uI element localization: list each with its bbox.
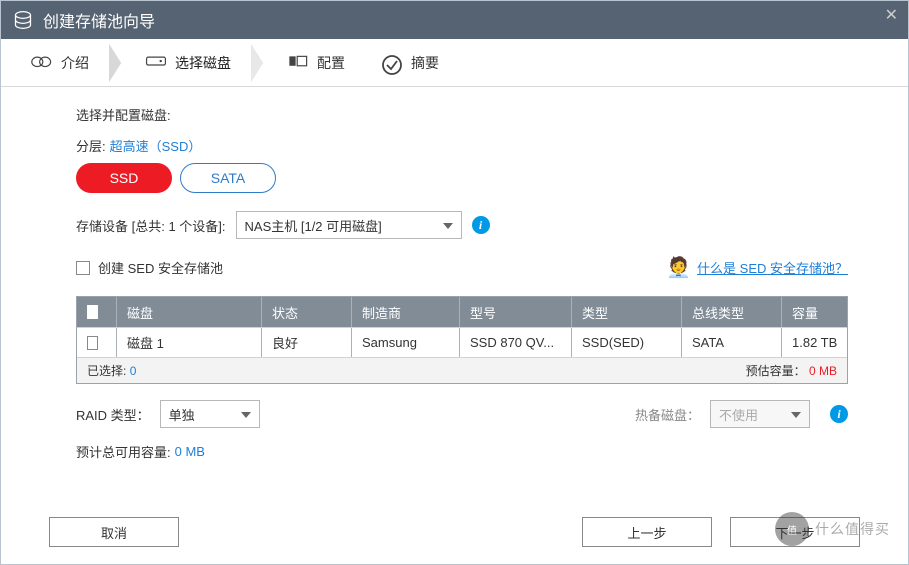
disk-table: 磁盘 状态 制造商 型号 类型 总线类型 容量 磁盘 1 良好 Samsung … <box>76 296 848 384</box>
disk-icon <box>145 54 167 72</box>
intro-icon <box>31 54 53 72</box>
info-icon[interactable]: i <box>472 216 490 234</box>
device-label: 存储设备 [总共: 1 个设备]: <box>76 216 226 235</box>
tier-link[interactable]: 超高速（SSD） <box>110 136 202 155</box>
col-capacity[interactable]: 容量 <box>782 297 847 327</box>
footer: 取消 上一步 下一步 <box>1 500 908 564</box>
select-disk-heading: 选择并配置磁盘: <box>76 105 171 124</box>
titlebar: 创建存储池向导 ✕ <box>1 1 908 39</box>
step-select-disk[interactable]: 选择磁盘 <box>145 53 231 73</box>
step-configure[interactable]: 配置 <box>287 53 345 73</box>
selected-count: 0 <box>130 364 137 378</box>
cell-type: SSD(SED) <box>572 328 682 357</box>
col-bus[interactable]: 总线类型 <box>682 297 782 327</box>
wizard-steps: 介绍 选择磁盘 配置 摘要 <box>1 39 908 87</box>
table-footer: 已选择: 0 预估容量： 0 MB <box>77 357 847 383</box>
sed-checkbox-label: 创建 SED 安全存储池 <box>98 258 223 277</box>
col-model[interactable]: 型号 <box>460 297 572 327</box>
configure-icon <box>287 54 309 72</box>
step-label: 介绍 <box>61 53 89 73</box>
cell-bus: SATA <box>682 328 782 357</box>
chevron-right-icon <box>107 39 127 87</box>
cancel-button[interactable]: 取消 <box>49 517 179 547</box>
wizard-window: 创建存储池向导 ✕ 介绍 选择磁盘 配置 摘要 选择并配置磁盘: 分层: 超高速… <box>0 0 909 565</box>
col-vendor[interactable]: 制造商 <box>352 297 460 327</box>
cell-status: 良好 <box>262 328 352 357</box>
help-mascot-icon: 🧑‍💼 <box>666 255 691 280</box>
cell-disk: 磁盘 1 <box>117 328 262 357</box>
cell-capacity: 1.82 TB <box>782 328 847 357</box>
device-select[interactable]: NAS主机 [1/2 可用磁盘] <box>236 211 462 239</box>
step-label: 选择磁盘 <box>175 53 231 73</box>
row-checkbox[interactable] <box>87 336 98 350</box>
sed-checkbox-group: 创建 SED 安全存储池 <box>76 258 223 277</box>
step-summary[interactable]: 摘要 <box>381 53 439 73</box>
prev-button[interactable]: 上一步 <box>582 517 712 547</box>
info-icon[interactable]: i <box>830 405 848 423</box>
hotspare-select: 不使用 <box>710 400 810 428</box>
col-type[interactable]: 类型 <box>572 297 682 327</box>
disk-type-tabs: SSD SATA <box>76 163 848 193</box>
step-label: 配置 <box>317 53 345 73</box>
hotspare-label: 热备磁盘： <box>635 405 700 424</box>
sed-checkbox[interactable] <box>76 261 90 275</box>
col-status[interactable]: 状态 <box>262 297 352 327</box>
content-area: 选择并配置磁盘: 分层: 超高速（SSD） SSD SATA 存储设备 [总共:… <box>1 87 908 461</box>
tab-sata[interactable]: SATA <box>180 163 276 193</box>
raid-select[interactable]: 单独 <box>160 400 260 428</box>
select-all-checkbox[interactable] <box>87 305 98 319</box>
raid-label: RAID 类型： <box>76 405 150 424</box>
sed-help-link[interactable]: 什么是 SED 安全存储池？ <box>697 258 848 277</box>
summary-icon <box>381 54 403 72</box>
col-disk[interactable]: 磁盘 <box>117 297 262 327</box>
step-intro[interactable]: 介绍 <box>31 53 89 73</box>
cell-vendor: Samsung <box>352 328 460 357</box>
tab-ssd[interactable]: SSD <box>76 163 172 193</box>
total-capacity-label: 预计总可用容量: <box>76 442 171 461</box>
selected-label: 已选择: <box>87 364 126 378</box>
chevron-right-icon <box>249 39 269 87</box>
table-header: 磁盘 状态 制造商 型号 类型 总线类型 容量 <box>77 297 847 327</box>
table-row[interactable]: 磁盘 1 良好 Samsung SSD 870 QV... SSD(SED) S… <box>77 327 847 357</box>
close-icon[interactable]: ✕ <box>885 5 898 25</box>
tier-label: 分层: <box>76 136 106 155</box>
storage-pool-icon <box>13 10 33 30</box>
next-button[interactable]: 下一步 <box>730 517 860 547</box>
cell-model: SSD 870 QV... <box>460 328 572 357</box>
total-capacity-value: 0 MB <box>175 444 205 459</box>
estimated-value: 0 MB <box>809 364 837 378</box>
step-label: 摘要 <box>411 53 439 73</box>
estimated-label: 预估容量： <box>746 364 806 378</box>
window-title: 创建存储池向导 <box>43 8 155 32</box>
